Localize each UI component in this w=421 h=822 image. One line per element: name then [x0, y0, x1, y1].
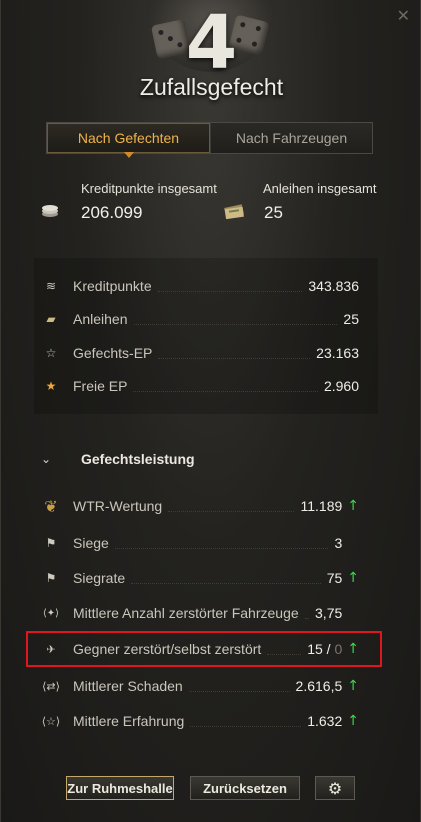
earnings-row-free-xp: ★ Freie EP 2.960 [37, 375, 359, 397]
credits-icon [42, 205, 58, 217]
view-tabs: Nach Gefechten Nach Fahrzeugen [46, 122, 373, 158]
reset-button[interactable]: Zurücksetzen [190, 776, 300, 800]
performance-label: Siegrate [73, 570, 126, 586]
performance-label: Mittlere Anzahl zerstörter Fahrzeuge [73, 605, 299, 621]
earnings-value: 23.163 [316, 345, 359, 361]
free-xp-icon: ★ [45, 379, 57, 393]
battle-xp-icon: ☆ [45, 346, 57, 360]
earnings-value: 2.960 [323, 378, 359, 394]
performance-value: 11.189 [300, 498, 343, 514]
highlight-box [26, 631, 382, 667]
performance-value: 2.616,5 [295, 678, 343, 694]
earnings-label: Anleihen [73, 311, 128, 327]
page-title: Zufallsgefecht [139, 74, 284, 100]
trend-up-icon: ↑ [347, 713, 359, 729]
battle-type-number: 4 [185, 0, 238, 86]
earnings-row-credits: ≋ Kreditpunkte 343.836 [37, 275, 359, 297]
earnings-label: Gefechts-EP [73, 345, 153, 361]
performance-label: WTR-Wertung [73, 498, 163, 514]
performance-value: 75 [326, 570, 343, 586]
bonds-total-label: Anleihen insgesamt [263, 181, 377, 196]
performance-row-avg-xp: ⟨☆⟩ Mittlere Erfahrung 1.632 ↑ [37, 710, 359, 732]
performance-row-wins: ⚑ Siege 3 ↑ [37, 532, 359, 554]
performance-row-avg-destroyed: ⟨✦⟩ Mittlere Anzahl zerstörter Fahrzeuge… [37, 602, 359, 624]
gear-icon: ⚙ [327, 778, 343, 798]
credits-total-value: 206.099 [81, 203, 143, 222]
earnings-label: Freie EP [73, 378, 128, 394]
bonds-icon: ▰ [46, 312, 56, 326]
chevron-down-icon[interactable]: ⌄ [41, 452, 51, 466]
performance-section-title[interactable]: Gefechtsleistung [81, 451, 195, 467]
tab-by-vehicles[interactable]: Nach Fahrzeugen [210, 123, 372, 153]
earnings-row-bonds: ▰ Anleihen 25 [37, 308, 359, 330]
performance-value: 3,75 [315, 605, 343, 621]
performance-label: Mittlerer Schaden [73, 678, 183, 694]
flag-icon: ⚑ [45, 536, 57, 550]
wtr-medal-icon: ❦ [44, 496, 58, 516]
earnings-label: Kreditpunkte [73, 278, 152, 294]
destroyed-vehicles-icon: ⟨✦⟩ [42, 607, 60, 619]
performance-value: 1.632 [307, 713, 343, 729]
performance-value: 3 [334, 535, 343, 551]
performance-label: Mittlere Erfahrung [73, 713, 185, 729]
hall-of-fame-button[interactable]: Zur Ruhmeshalle [66, 776, 174, 800]
settings-button[interactable]: ⚙ [315, 776, 355, 800]
earnings-value: 25 [343, 311, 359, 327]
earnings-row-battle-xp: ☆ Gefechts-EP 23.163 [37, 342, 359, 364]
trend-up-icon: ↑ [347, 570, 359, 586]
experience-icon: ⟨☆⟩ [41, 714, 61, 728]
trend-up-icon: ↑ [347, 678, 359, 694]
performance-row-wtr: ❦ WTR-Wertung 11.189 ↑ [37, 495, 359, 517]
credits-total-label: Kreditpunkte insgesamt [81, 181, 217, 196]
flag-icon: ⚑ [45, 571, 57, 585]
trend-up-icon: ↑ [347, 498, 359, 514]
earnings-value: 343.836 [308, 278, 359, 294]
battle-stats-panel: ✕ 4 Zufallsgefecht Nach Gefechten Nach F… [0, 0, 421, 822]
performance-row-avg-damage: ⟨⇄⟩ Mittlerer Schaden 2.616,5 ↑ [37, 675, 359, 697]
bonds-total-value: 25 [264, 203, 283, 222]
bonds-icon [224, 204, 244, 219]
damage-icon: ⟨⇄⟩ [42, 679, 60, 693]
performance-row-winrate: ⚑ Siegrate 75 ↑ [37, 567, 359, 589]
performance-label: Siege [73, 535, 109, 551]
credits-icon: ≋ [45, 279, 57, 293]
tab-by-battles[interactable]: Nach Gefechten [47, 123, 210, 158]
